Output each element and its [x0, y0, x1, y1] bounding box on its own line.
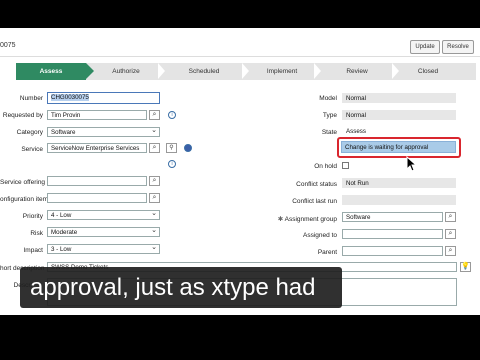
preview-icon[interactable]: [184, 144, 192, 152]
number-value: CHG0030075: [51, 94, 89, 101]
assignment-group-field[interactable]: Software: [342, 212, 443, 222]
state-select[interactable]: Assess: [342, 126, 456, 136]
stage-authorize[interactable]: Authorize: [94, 63, 158, 80]
on-hold-label: On hold: [314, 163, 337, 170]
search-icon[interactable]: ⌕: [445, 246, 456, 256]
on-hold-checkbox[interactable]: [342, 162, 349, 169]
impact-select[interactable]: 3 - Low: [47, 244, 160, 254]
video-caption: approval, just as xtype had: [20, 267, 342, 308]
stage-arrow: [86, 63, 94, 79]
assigned-to-field[interactable]: [342, 229, 443, 239]
type-label: Type: [322, 112, 337, 119]
conflict-last-run-value: [342, 195, 456, 205]
conflict-status-value: Not Run: [342, 178, 456, 188]
service-offering-field[interactable]: [47, 176, 147, 186]
type-value: Normal: [342, 110, 456, 120]
form-header: [0, 28, 480, 57]
risk-select[interactable]: Moderate: [47, 227, 160, 237]
category-label: Category: [16, 129, 43, 136]
category-select[interactable]: Software: [47, 127, 160, 137]
parent-label: Parent: [317, 249, 337, 256]
mouse-cursor-icon: [406, 156, 417, 172]
stage-arrow: [242, 63, 249, 79]
search-icon[interactable]: ⌕: [445, 212, 456, 222]
update-button[interactable]: Update: [410, 40, 440, 54]
stage-assess[interactable]: Assess: [16, 63, 86, 80]
conflict-last-run-label: Conflict last run: [292, 198, 337, 205]
info-icon[interactable]: i: [168, 160, 176, 168]
stage-progress-bar: Assess Authorize Scheduled Implement Rev…: [16, 63, 476, 80]
configuration-item-label: onfiguration item: [0, 196, 49, 203]
stage-arrow: [314, 63, 321, 79]
info-icon[interactable]: i: [168, 111, 176, 119]
configuration-item-field[interactable]: [47, 193, 147, 203]
dependency-map-icon[interactable]: ⚲: [166, 143, 177, 153]
search-icon[interactable]: ⌕: [149, 110, 160, 120]
stage-arrow: [392, 63, 399, 79]
stage-scheduled[interactable]: Scheduled: [166, 63, 242, 80]
priority-select[interactable]: 4 - Low: [47, 210, 160, 220]
conflict-status-label: Conflict status: [296, 181, 337, 188]
assignment-group-label: ✱ Assignment group: [277, 216, 337, 223]
risk-label: Risk: [30, 230, 43, 237]
priority-label: Priority: [22, 213, 43, 220]
state-option-waiting-approval[interactable]: Change is waiting for approval: [341, 141, 456, 153]
requested-by-field[interactable]: Tim Provin: [47, 110, 147, 120]
search-icon[interactable]: ⌕: [149, 193, 160, 203]
impact-label: Impact: [23, 247, 43, 254]
search-icon[interactable]: ⌕: [445, 229, 456, 239]
parent-field[interactable]: [342, 246, 443, 256]
lightbulb-icon[interactable]: 💡: [460, 262, 471, 272]
service-label: Service: [21, 146, 43, 153]
stage-arrow: [158, 63, 165, 79]
stage-implement[interactable]: Implement: [250, 63, 314, 80]
service-field[interactable]: ServiceNow Enterprise Services: [47, 143, 147, 153]
assigned-to-label: Assigned to: [303, 232, 337, 239]
search-icon[interactable]: ⌕: [149, 143, 160, 153]
search-icon[interactable]: ⌕: [149, 176, 160, 186]
stage-closed[interactable]: Closed: [400, 63, 456, 80]
model-value: Normal: [342, 93, 456, 103]
stage-review[interactable]: Review: [322, 63, 392, 80]
resolve-button[interactable]: Resolve: [442, 40, 474, 54]
state-label: State: [321, 129, 337, 136]
required-icon: ✱: [277, 216, 285, 223]
record-number-header: 0075: [0, 42, 16, 49]
service-offering-label: Service offering: [0, 179, 46, 186]
model-label: Model: [319, 95, 337, 102]
number-label: Number: [19, 95, 43, 102]
number-field[interactable]: CHG0030075: [47, 92, 160, 104]
requested-by-label: Requested by: [2, 112, 43, 119]
